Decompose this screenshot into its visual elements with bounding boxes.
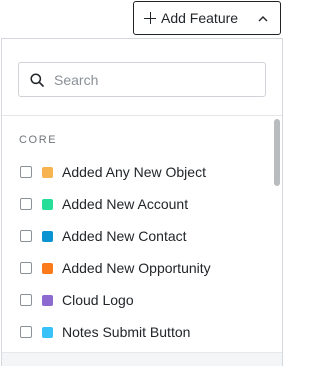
add-feature-widget: Add Feature CORE Added Any New ObjectAdd…: [0, 0, 284, 366]
dropdown-bottom-strip: [2, 352, 282, 366]
color-swatch: [42, 326, 53, 338]
list-item[interactable]: Added Any New Object: [2, 156, 270, 188]
add-feature-label: Add Feature: [161, 10, 239, 26]
item-checkbox[interactable]: [20, 262, 32, 274]
scrollbar[interactable]: [272, 117, 282, 352]
search-field[interactable]: [18, 62, 266, 97]
scrollbar-thumb[interactable]: [274, 119, 280, 186]
item-checkbox[interactable]: [20, 166, 32, 178]
item-label: Added New Opportunity: [62, 260, 211, 276]
color-swatch: [42, 262, 53, 274]
item-label: Added Any New Object: [62, 164, 206, 180]
list-item[interactable]: Cloud Logo: [2, 284, 270, 316]
list-item[interactable]: Added New Account: [2, 188, 270, 220]
item-checkbox[interactable]: [20, 326, 32, 338]
add-feature-button[interactable]: Add Feature: [133, 1, 281, 35]
section-title-core: CORE: [19, 134, 58, 146]
color-swatch: [42, 230, 53, 242]
search-input[interactable]: [54, 71, 244, 88]
item-label: Added New Contact: [62, 228, 187, 244]
color-swatch: [42, 294, 53, 306]
item-label: Added New Account: [62, 196, 189, 212]
item-label: Notes Submit Button: [62, 324, 191, 340]
item-label: Cloud Logo: [62, 292, 134, 308]
list-item[interactable]: Added New Contact: [2, 220, 270, 252]
chevron-up-icon: [258, 16, 268, 22]
search-icon: [30, 72, 44, 87]
feature-dropdown-panel: CORE Added Any New Object Added New Accou…: [1, 38, 283, 366]
plus-icon: [144, 12, 156, 24]
color-swatch: [42, 166, 53, 178]
search-section: [2, 39, 282, 116]
list-item[interactable]: Notes Submit Button: [2, 316, 270, 348]
item-checkbox[interactable]: [20, 294, 32, 306]
item-checkbox[interactable]: [20, 230, 32, 242]
color-swatch: [42, 198, 53, 210]
item-checkbox[interactable]: [20, 198, 32, 210]
feature-list: Added Any New Object Added New Account Add…: [2, 156, 270, 348]
list-item[interactable]: Added New Opportunity: [2, 252, 270, 284]
